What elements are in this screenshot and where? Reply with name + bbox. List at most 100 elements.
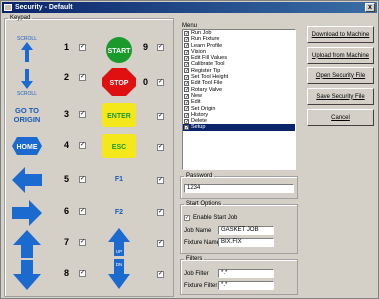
menu-item-checkbox[interactable]: ✓ xyxy=(184,93,189,99)
key-checkbox-down[interactable]: ✓ xyxy=(157,271,164,278)
arrow-up-icon: SCROLL xyxy=(17,36,37,62)
menu-list[interactable]: ✓ Run Job ✓ Run Fixture ✓ Learn Profile ✓ Visio… xyxy=(182,29,296,170)
left-arrow-button[interactable] xyxy=(11,165,43,195)
key-number-7: 7 xyxy=(64,237,70,247)
close-button[interactable]: x xyxy=(365,3,375,12)
key-number-9: 9 xyxy=(143,42,149,52)
key-checkbox-stop[interactable]: ✓ xyxy=(157,79,164,86)
arrow-down-icon: SCROLL xyxy=(17,69,37,97)
menu-item-checkbox[interactable]: ✓ xyxy=(184,74,189,80)
cancel-button[interactable]: Cancel xyxy=(307,109,374,126)
esc-label: ESC xyxy=(112,144,126,151)
down-key-button[interactable]: DN xyxy=(103,258,135,290)
down-key-icon: DN xyxy=(108,259,130,289)
key-number-0: 0 xyxy=(143,77,149,87)
menu-item-checkbox[interactable]: ✓ xyxy=(184,118,189,124)
down-arrow-button[interactable] xyxy=(11,259,43,291)
fixture-name-input[interactable]: BIX.FIX xyxy=(218,238,274,247)
key-checkbox-f2[interactable]: ✓ xyxy=(157,209,164,216)
menu-item-checkbox[interactable]: ✓ xyxy=(184,106,189,112)
fixture-filter-label: Fixture Filter xyxy=(184,283,218,289)
enter-label: ENTER xyxy=(107,113,131,120)
key-checkbox-4[interactable]: ✓ xyxy=(79,142,86,149)
filters-legend: Filters xyxy=(186,256,203,262)
open-security-file-button[interactable]: Open Security File xyxy=(307,67,374,84)
home-icon: HOME xyxy=(12,137,42,155)
job-name-label: Job Name xyxy=(184,228,212,234)
menu-item-checkbox[interactable]: ✓ xyxy=(184,81,189,87)
esc-icon: ESC xyxy=(102,134,136,158)
key-checkbox-1[interactable]: ✓ xyxy=(79,44,86,51)
go-to-label: GO TO xyxy=(15,106,39,115)
menu-item[interactable]: ✓ Setup xyxy=(183,124,295,131)
right-arrow-button[interactable] xyxy=(11,198,43,228)
menu-item-checkbox[interactable]: ✓ xyxy=(184,87,189,93)
enter-icon: ENTER xyxy=(102,103,136,127)
password-input[interactable]: 1234 xyxy=(184,184,294,193)
job-filter-input[interactable]: *.* xyxy=(218,269,274,278)
start-button[interactable]: START xyxy=(101,36,137,64)
down-key-label: DN xyxy=(116,262,123,267)
home-button[interactable]: HOME xyxy=(12,133,42,159)
menu-item-checkbox[interactable]: ✓ xyxy=(184,30,189,36)
menu-item-checkbox[interactable]: ✓ xyxy=(184,125,189,131)
menu-item-checkbox[interactable]: ✓ xyxy=(184,36,189,42)
key-checkbox-f1[interactable]: ✓ xyxy=(157,177,164,184)
menu-item-checkbox[interactable]: ✓ xyxy=(184,43,189,49)
window-title: Security - Default xyxy=(15,4,73,11)
scroll-up-label: SCROLL xyxy=(17,36,37,42)
scroll-up-button[interactable]: SCROLL xyxy=(12,33,42,65)
key-checkbox-enter[interactable]: ✓ xyxy=(157,113,164,120)
key-number-6: 6 xyxy=(64,206,70,216)
key-checkbox-5[interactable]: ✓ xyxy=(79,176,86,183)
f2-button[interactable]: F2 xyxy=(107,202,131,222)
up-key-button[interactable]: UP xyxy=(103,227,135,257)
download-to-machine-button[interactable]: Download to Machine xyxy=(307,26,374,43)
f1-button[interactable]: F1 xyxy=(107,169,131,189)
key-number-3: 3 xyxy=(64,109,70,119)
password-legend: Password xyxy=(186,173,213,179)
enable-start-job-checkbox[interactable]: ✓ xyxy=(184,215,190,221)
menu-item-label: Setup xyxy=(191,124,206,131)
app-icon xyxy=(4,4,12,11)
start-options-legend: Start Options xyxy=(186,201,222,207)
key-number-8: 8 xyxy=(64,268,70,278)
upload-from-machine-button[interactable]: Upload from Machine xyxy=(307,47,374,64)
key-number-2: 2 xyxy=(64,72,70,82)
key-checkbox-esc[interactable]: ✓ xyxy=(157,144,164,151)
job-filter-label: Job Filter xyxy=(184,271,209,277)
job-name-input[interactable]: GASKET JOB xyxy=(218,226,274,235)
stop-label: STOP xyxy=(110,80,129,87)
keypad-legend: Keypad xyxy=(10,15,31,21)
arrow-up-big-icon xyxy=(13,230,41,258)
menu-item-checkbox[interactable]: ✓ xyxy=(184,55,189,61)
f1-label: F1 xyxy=(114,175,124,183)
save-security-file-button[interactable]: Save Security File xyxy=(307,88,374,105)
enter-button[interactable]: ENTER xyxy=(101,102,137,128)
key-checkbox-start[interactable]: ✓ xyxy=(157,44,164,51)
up-key-icon: UP xyxy=(108,228,130,256)
stop-button[interactable]: STOP xyxy=(101,67,137,97)
esc-button[interactable]: ESC xyxy=(101,133,137,159)
menu-item-checkbox[interactable]: ✓ xyxy=(184,49,189,55)
scroll-down-label: SCROLL xyxy=(17,91,37,97)
key-checkbox-6[interactable]: ✓ xyxy=(79,208,86,215)
key-checkbox-up[interactable]: ✓ xyxy=(157,240,164,247)
key-number-5: 5 xyxy=(64,174,70,184)
key-checkbox-2[interactable]: ✓ xyxy=(79,74,86,81)
key-checkbox-7[interactable]: ✓ xyxy=(79,239,86,246)
key-checkbox-8[interactable]: ✓ xyxy=(79,270,86,277)
fixture-filter-input[interactable]: *.* xyxy=(218,281,274,290)
go-to-origin-button[interactable]: GO TO ORIGIN xyxy=(12,101,42,129)
scroll-down-button[interactable]: SCROLL xyxy=(12,67,42,97)
f2-label: F2 xyxy=(114,208,124,216)
go-to-origin-icon: GO TO ORIGIN xyxy=(14,106,41,124)
key-checkbox-3[interactable]: ✓ xyxy=(79,111,86,118)
menu-item-checkbox[interactable]: ✓ xyxy=(184,112,189,118)
menu-item-checkbox[interactable]: ✓ xyxy=(184,62,189,68)
up-key-label: UP xyxy=(116,249,122,254)
menu-item-checkbox[interactable]: ✓ xyxy=(184,68,189,74)
up-arrow-button[interactable] xyxy=(11,229,43,259)
arrow-right-icon xyxy=(12,200,42,226)
menu-item-checkbox[interactable]: ✓ xyxy=(184,99,189,105)
